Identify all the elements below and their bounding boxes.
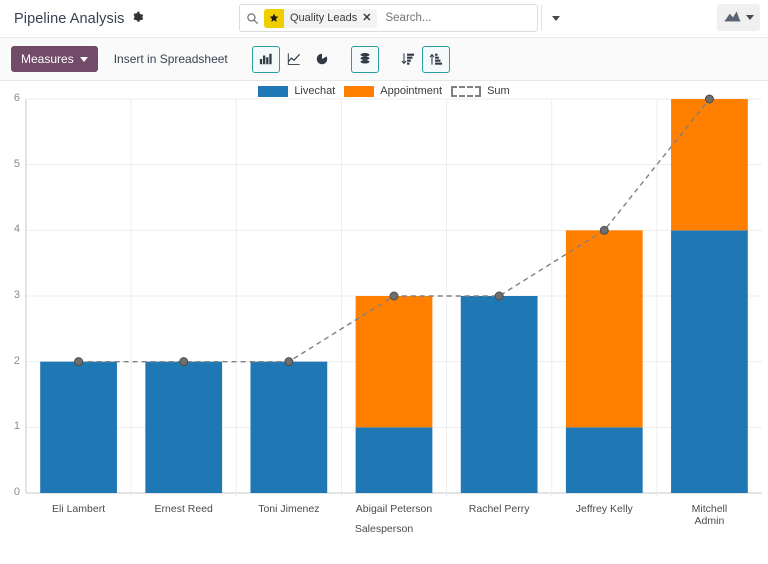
- control-panel-bottom: Measures Insert in Spreadsheet: [0, 38, 768, 81]
- control-panel-top: Pipeline Analysis Qualit: [0, 0, 768, 38]
- search-icon: [246, 12, 259, 25]
- sort-descending-icon[interactable]: [394, 46, 422, 73]
- gear-icon[interactable]: [131, 11, 144, 24]
- close-icon[interactable]: ✕: [362, 13, 377, 24]
- insert-in-spreadsheet-button[interactable]: Insert in Spreadsheet: [104, 46, 238, 72]
- chevron-down-icon: [552, 16, 560, 21]
- graph-view-icon: [724, 9, 741, 27]
- pie-chart-icon[interactable]: [308, 46, 336, 73]
- bar-segment[interactable]: [145, 362, 222, 493]
- sum-point[interactable]: [495, 292, 503, 300]
- bar-segment[interactable]: [671, 99, 748, 230]
- stacked-icon[interactable]: [351, 46, 379, 73]
- bar-segment[interactable]: [671, 230, 748, 493]
- chart-type-group: [252, 46, 450, 73]
- chart-svg: [0, 81, 768, 562]
- bar-segment[interactable]: [566, 230, 643, 427]
- chart-plot-area: 0123456Eli LambertErnest ReedToni Jimene…: [0, 81, 768, 562]
- sum-point[interactable]: [600, 226, 608, 234]
- sum-point[interactable]: [75, 358, 83, 366]
- measures-button[interactable]: Measures: [11, 46, 98, 72]
- bar-segment[interactable]: [356, 427, 433, 493]
- search-dropdown-toggle[interactable]: [541, 5, 569, 31]
- chart-container: LivechatAppointmentSum 0123456Eli Lamber…: [0, 81, 768, 562]
- star-icon: [264, 9, 284, 28]
- x-axis-title: Salesperson: [0, 523, 768, 535]
- sum-point[interactable]: [390, 292, 398, 300]
- bar-segment[interactable]: [40, 362, 117, 493]
- measures-label: Measures: [21, 52, 74, 66]
- chevron-down-icon: [746, 15, 754, 20]
- breadcrumb: Pipeline Analysis: [0, 10, 144, 27]
- sum-point[interactable]: [705, 95, 713, 103]
- bar-chart-icon[interactable]: [252, 46, 280, 73]
- bar-segment[interactable]: [250, 362, 327, 493]
- view-switcher[interactable]: [717, 4, 760, 31]
- sum-point[interactable]: [180, 358, 188, 366]
- bar-segment[interactable]: [356, 296, 433, 427]
- sort-ascending-icon[interactable]: [422, 46, 450, 73]
- chevron-down-icon: [80, 57, 88, 62]
- line-chart-icon[interactable]: [280, 46, 308, 73]
- search-facet-quality-leads[interactable]: Quality Leads ✕: [264, 9, 377, 28]
- bar-segment[interactable]: [461, 296, 538, 493]
- search-input[interactable]: [377, 11, 541, 25]
- facet-label: Quality Leads: [284, 12, 362, 24]
- pipeline-analysis-page: Pipeline Analysis Qualit: [0, 0, 768, 564]
- search-view[interactable]: Quality Leads ✕: [239, 4, 538, 32]
- bar-segment[interactable]: [566, 427, 643, 493]
- sum-point[interactable]: [285, 358, 293, 366]
- page-title: Pipeline Analysis: [14, 11, 125, 27]
